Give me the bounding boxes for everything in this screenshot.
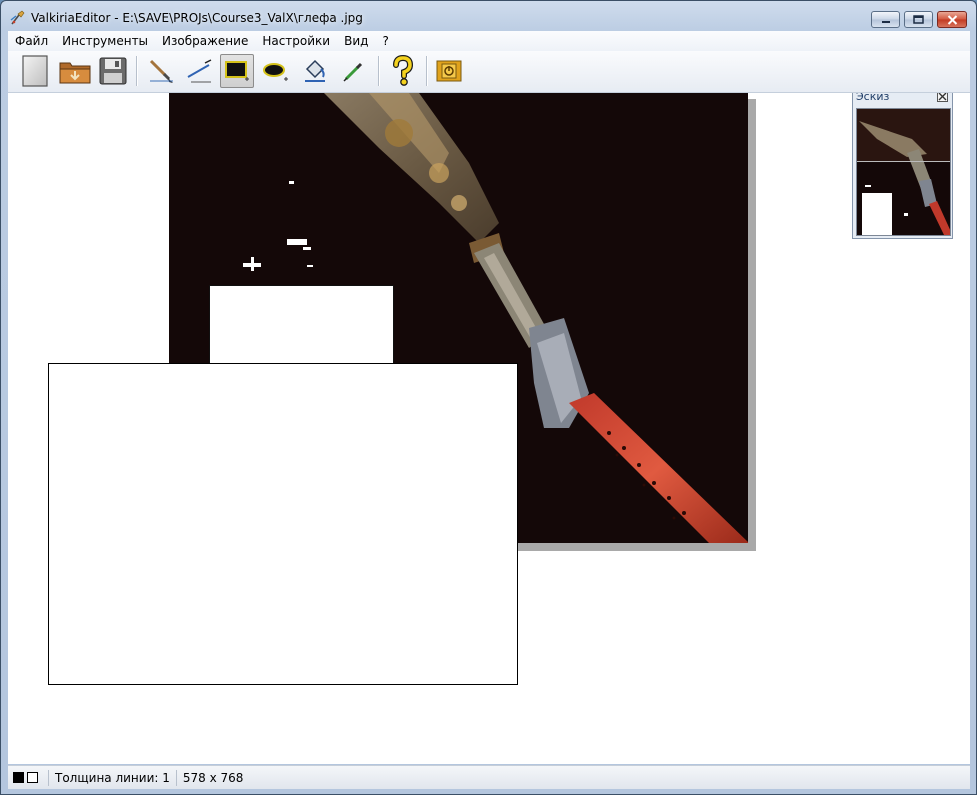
line-icon: [187, 59, 212, 83]
app-window: ValkiriaEditor - E:\SAVE\PROJs\Course3_V…: [0, 0, 977, 795]
title-bar[interactable]: ValkiriaEditor - E:\SAVE\PROJs\Course3_V…: [1, 1, 976, 31]
exit-icon: [436, 60, 462, 82]
status-bar: Толщина линии: 1 578 x 768: [8, 765, 970, 789]
ellipse-tool-button[interactable]: [259, 54, 293, 88]
foreground-color-swatch[interactable]: [13, 772, 24, 783]
menu-tools[interactable]: Инструменты: [55, 31, 155, 51]
minimize-icon: [881, 20, 890, 23]
drawn-rectangle-large[interactable]: [48, 363, 518, 685]
menu-help[interactable]: ?: [375, 31, 395, 51]
help-button[interactable]: [385, 54, 419, 88]
brush-tool-button[interactable]: [144, 54, 178, 88]
brush-icon: [149, 59, 173, 83]
close-icon: [938, 93, 947, 101]
open-button[interactable]: [58, 54, 92, 88]
save-button[interactable]: [96, 54, 130, 88]
new-document-button[interactable]: [18, 54, 52, 88]
maximize-icon: [913, 15, 924, 24]
thumbnail-title: Эскиз: [856, 93, 890, 103]
minimize-button[interactable]: [871, 11, 900, 28]
window-title: ValkiriaEditor - E:\SAVE\PROJs\Course3_V…: [31, 11, 363, 25]
app-logo-icon: [10, 10, 26, 26]
toolbar-separator: [426, 56, 428, 86]
line-tool-button[interactable]: [182, 54, 216, 88]
maximize-button[interactable]: [904, 11, 933, 28]
thumbnail-image: [857, 109, 950, 235]
fill-bucket-icon: [305, 59, 325, 82]
rectangle-tool-button[interactable]: [220, 54, 254, 88]
thumbnail-view[interactable]: [856, 108, 951, 236]
drawn-rectangle-small[interactable]: [209, 285, 394, 365]
save-disk-icon: [99, 57, 127, 85]
menu-image[interactable]: Изображение: [155, 31, 255, 51]
menu-file[interactable]: Файл: [8, 31, 55, 51]
rectangle-icon: [225, 61, 249, 81]
close-icon: [947, 14, 957, 25]
fill-tool-button[interactable]: [298, 54, 332, 88]
menu-view[interactable]: Вид: [337, 31, 375, 51]
drawing-workspace[interactable]: Эскиз: [8, 93, 970, 764]
eyedropper-icon: [343, 62, 363, 82]
exit-button[interactable]: [432, 54, 466, 88]
help-icon: [393, 55, 414, 86]
toolbar-separator: [136, 56, 138, 86]
toolbar: [8, 51, 970, 93]
background-color-swatch[interactable]: [27, 772, 38, 783]
new-document-icon: [22, 55, 48, 87]
eyedropper-tool-button[interactable]: [337, 54, 371, 88]
open-folder-icon: [59, 62, 91, 84]
close-button[interactable]: [937, 11, 967, 28]
toolbar-separator: [378, 56, 380, 86]
ellipse-icon: [263, 63, 288, 81]
line-thickness-status: Толщина линии: 1: [48, 769, 176, 786]
image-size-status: 578 x 768: [175, 769, 250, 786]
thumbnail-close-button[interactable]: [937, 93, 948, 102]
thumbnail-panel: Эскиз: [852, 93, 953, 239]
menu-settings[interactable]: Настройки: [255, 31, 337, 51]
menu-bar: Файл Инструменты Изображение Настройки В…: [8, 31, 970, 51]
